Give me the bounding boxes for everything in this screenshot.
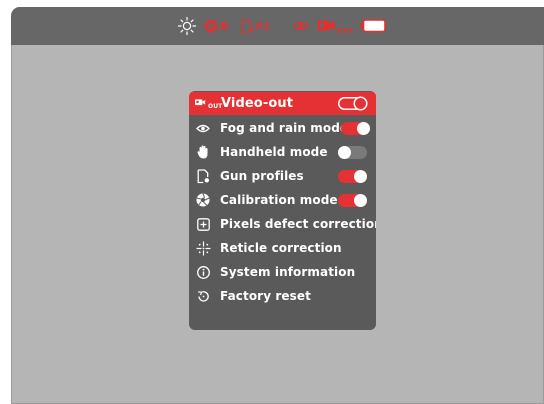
gun-profile-icon: [241, 18, 253, 33]
calibration-toggle[interactable]: [338, 194, 367, 207]
aperture-icon: [195, 192, 211, 208]
menu-item-gun-profiles[interactable]: Gun profiles: [189, 165, 376, 187]
fog-rain-toggle[interactable]: [341, 122, 370, 135]
battery-icon: [360, 16, 386, 36]
menu-item-system-info[interactable]: System information: [189, 261, 376, 283]
video-out-toggle[interactable]: [338, 97, 367, 110]
info-icon: [195, 264, 211, 280]
menu-item-label: Reticle correction: [220, 241, 342, 255]
menu-item-label: Fog and rain mode: [220, 121, 349, 135]
menu-item-label: Video-out: [221, 96, 294, 111]
reset-icon: [195, 288, 211, 304]
menu-item-calibration[interactable]: Calibration mode: [189, 189, 376, 211]
menu-item-label: Handheld mode: [220, 145, 328, 159]
menu-item-factory-reset[interactable]: Factory reset: [189, 285, 376, 307]
plus-box-icon: [195, 216, 211, 232]
camera-out-icon: [317, 20, 335, 30]
gun-profile-status: G1: [241, 16, 270, 36]
menu-item-video-out[interactable]: OUT Video-out: [189, 92, 376, 115]
eye-icon: [293, 16, 309, 36]
eye-icon: [195, 120, 211, 136]
status-bar: B G1 OUT: [11, 7, 544, 45]
menu-item-pixels-defect[interactable]: Pixels defect correction: [189, 213, 376, 235]
hand-icon: [195, 144, 211, 160]
sun-icon: [177, 16, 197, 36]
device-screen: B G1 OUT OUT Video-out Fog and rain mode…: [11, 7, 544, 404]
menu-item-label: System information: [220, 265, 356, 279]
menu-item-label: Pixels defect correction: [220, 217, 376, 231]
gun-profiles-toggle[interactable]: [338, 170, 367, 183]
menu-item-handheld[interactable]: Handheld mode: [189, 141, 376, 163]
settings-menu: OUT Video-out Fog and rain mode Handheld…: [189, 91, 376, 330]
menu-item-label: Gun profiles: [220, 169, 304, 183]
menu-item-reticle[interactable]: Reticle correction: [189, 237, 376, 259]
video-out-status: OUT: [317, 16, 353, 36]
calibration-status: B: [204, 16, 228, 36]
menu-item-label: Calibration mode: [220, 193, 338, 207]
gun-profile-icon: [195, 168, 211, 184]
menu-item-fog-rain[interactable]: Fog and rain mode: [189, 117, 376, 139]
aperture-icon: [204, 19, 218, 33]
video-out-sub: OUT: [337, 27, 354, 35]
handheld-toggle[interactable]: [338, 146, 367, 159]
crosshair-icon: [195, 240, 211, 256]
profile-badge: G1: [255, 20, 271, 32]
menu-item-label: Factory reset: [220, 289, 311, 303]
calibration-badge: B: [220, 19, 229, 33]
